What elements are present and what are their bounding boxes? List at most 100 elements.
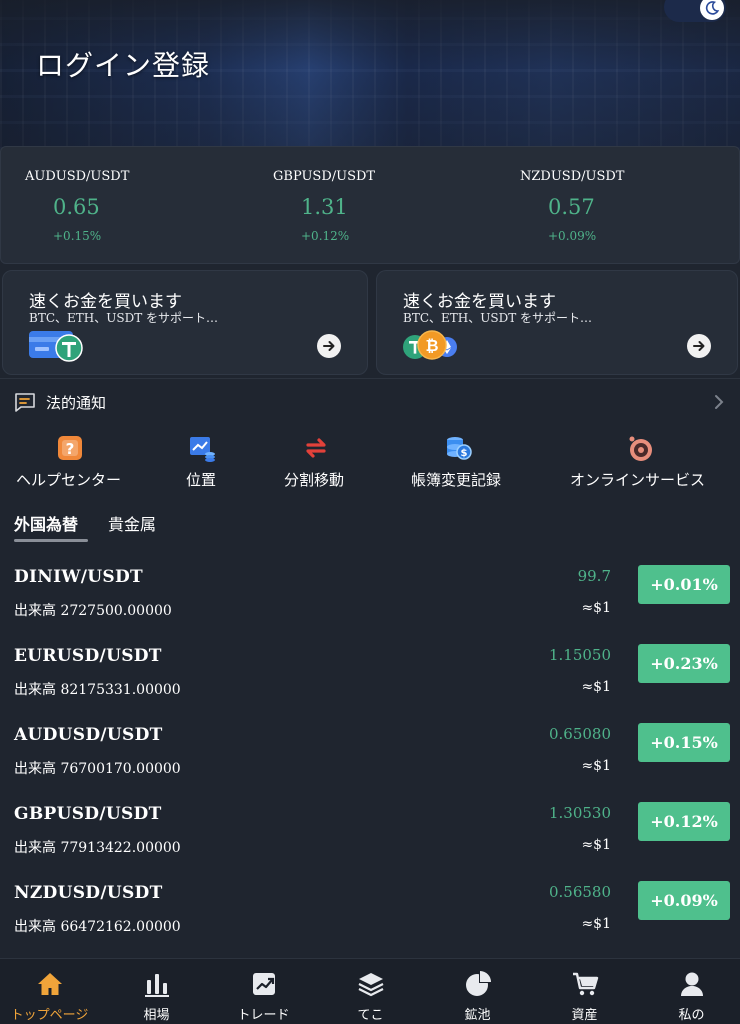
- market-price: 0.65080: [548, 725, 611, 743]
- ticker-card[interactable]: NZDUSD/USDT 0.57 +0.09%: [496, 147, 696, 265]
- market-volume: 出来高 82175331.00000: [14, 682, 181, 698]
- market-bars-icon: [142, 969, 172, 999]
- ticker-pair: NZDUSD/USDT: [520, 169, 625, 184]
- market-volume: 出来高 77913422.00000: [14, 840, 181, 856]
- menu-label: 帳簿変更記録: [411, 471, 502, 489]
- market-volume: 出来高 2727500.00000: [14, 603, 172, 619]
- menu-online-service[interactable]: オンラインサービス: [565, 432, 725, 492]
- ticker-pair: GBPUSD/USDT: [273, 169, 376, 184]
- menu-ledger-records[interactable]: $ 帳簿変更記録: [405, 432, 515, 492]
- quick-buy-subtitle: BTC、ETH、USDT をサポート…: [29, 311, 219, 325]
- market-row[interactable]: EURUSD/USDT 出来高 82175331.00000 1.15050 ≈…: [0, 644, 740, 723]
- market-volume: 出来高 66472162.00000: [14, 919, 181, 935]
- arrow-right-icon[interactable]: [687, 334, 711, 358]
- svg-text:$: $: [461, 448, 468, 459]
- change-badge[interactable]: +0.15%: [638, 723, 730, 762]
- nav-label: てこ: [357, 1008, 384, 1023]
- ticker-card[interactable]: GBPUSD/USDT 1.31 +0.12%: [249, 147, 449, 265]
- quick-buy-crypto-card[interactable]: 速くお金を買います BTC、ETH、USDT をサポート… ₿: [376, 270, 738, 375]
- market-symbol: NZDUSD/USDT: [14, 883, 163, 903]
- market-price: 99.7: [577, 567, 611, 585]
- menu-label: 位置: [186, 471, 217, 489]
- arrow-right-icon[interactable]: [317, 334, 341, 358]
- ticker-price: 1.31: [301, 195, 348, 219]
- market-row[interactable]: AUDUSD/USDT 出来高 76700170.00000 0.65080 ≈…: [0, 723, 740, 802]
- trade-chart-icon: [249, 969, 279, 999]
- quick-buy-card-card[interactable]: 速くお金を買います BTC、ETH、USDT をサポート…: [2, 270, 368, 375]
- chevron-right-icon: [714, 394, 724, 414]
- message-icon: [14, 392, 36, 416]
- legal-notice-label: 法的通知: [46, 394, 107, 412]
- change-badge[interactable]: +0.01%: [638, 565, 730, 604]
- nav-leverage[interactable]: てこ: [318, 959, 423, 1024]
- active-tab-indicator: [14, 539, 88, 542]
- ticker-panel: AUDUSD/USDT 0.65 +0.15% GBPUSD/USDT 1.31…: [0, 146, 740, 264]
- nav-assets[interactable]: 資産: [532, 959, 637, 1024]
- market-price: 0.56580: [548, 883, 611, 901]
- market-approx-value: ≈$1: [581, 600, 611, 616]
- nav-label: トップページ: [10, 1008, 89, 1023]
- market-price: 1.30530: [548, 804, 611, 822]
- login-register-link[interactable]: ログイン登録: [36, 44, 210, 84]
- market-approx-value: ≈$1: [581, 837, 611, 853]
- nav-label: 相場: [143, 1008, 170, 1023]
- market-row[interactable]: NZDUSD/USDT 出来高 66472162.00000 0.56580 ≈…: [0, 881, 740, 960]
- nav-mining-pool[interactable]: 鉱池: [425, 959, 530, 1024]
- cart-icon: [570, 969, 600, 999]
- ticker-price: 0.57: [548, 195, 595, 219]
- ticker-card[interactable]: AUDUSD/USDT 0.65 +0.15%: [1, 147, 201, 265]
- ticker-pair: AUDUSD/USDT: [25, 169, 130, 184]
- legal-notice-bar[interactable]: 法的通知: [0, 378, 740, 424]
- market-approx-value: ≈$1: [581, 758, 611, 774]
- menu-label: オンラインサービス: [570, 471, 706, 489]
- coins-ledger-icon: $: [445, 434, 473, 462]
- nav-home[interactable]: トップページ: [0, 959, 102, 1024]
- online-service-icon: [627, 434, 655, 462]
- nav-profile[interactable]: 私の: [639, 959, 740, 1024]
- menu-label: ヘルプセンター: [16, 471, 122, 489]
- change-badge[interactable]: +0.09%: [638, 881, 730, 920]
- nav-label: 私の: [678, 1008, 705, 1023]
- change-badge[interactable]: +0.23%: [638, 644, 730, 683]
- transfer-icon: [302, 434, 330, 462]
- position-chart-icon: [188, 434, 216, 462]
- market-symbol: AUDUSD/USDT: [14, 725, 163, 745]
- crypto-coins-icon: ₿: [401, 329, 463, 367]
- market-symbol: DINIW/USDT: [14, 567, 143, 587]
- moon-icon: [700, 0, 724, 20]
- nav-label: 鉱池: [464, 1008, 491, 1023]
- ticker-change: +0.09%: [548, 229, 597, 243]
- menu-transfer[interactable]: 分割移動: [280, 432, 360, 492]
- theme-toggle[interactable]: [664, 0, 726, 22]
- svg-text:₿: ₿: [425, 336, 438, 355]
- market-symbol: EURUSD/USDT: [14, 646, 162, 666]
- tab-precious-metals[interactable]: 貴金属: [108, 511, 156, 535]
- market-row[interactable]: GBPUSD/USDT 出来高 77913422.00000 1.30530 ≈…: [0, 802, 740, 881]
- market-volume: 出来高 76700170.00000: [14, 761, 181, 777]
- user-icon: [677, 969, 707, 999]
- pie-icon: [463, 969, 493, 999]
- help-icon: ?: [56, 434, 84, 462]
- ticker-change: +0.15%: [53, 229, 102, 243]
- market-approx-value: ≈$1: [581, 916, 611, 932]
- market-price: 1.15050: [548, 646, 611, 664]
- nav-label: トレード: [237, 1008, 290, 1023]
- credit-card-icon: [29, 329, 85, 367]
- quick-buy-subtitle: BTC、ETH、USDT をサポート…: [403, 311, 593, 325]
- market-row[interactable]: DINIW/USDT 出来高 2727500.00000 99.7 ≈$1 +0…: [0, 565, 740, 644]
- nav-label: 資産: [571, 1008, 598, 1023]
- ticker-price: 0.65: [53, 195, 100, 219]
- nav-market[interactable]: 相場: [104, 959, 209, 1024]
- nav-trade[interactable]: トレード: [211, 959, 316, 1024]
- menu-position[interactable]: 位置: [170, 432, 240, 492]
- bottom-nav: トップページ 相場 トレード てこ 鉱池 資産 私の: [0, 958, 740, 1024]
- market-approx-value: ≈$1: [581, 679, 611, 695]
- svg-text:?: ?: [66, 440, 75, 458]
- home-icon: [35, 969, 65, 999]
- ticker-change: +0.12%: [301, 229, 350, 243]
- menu-label: 分割移動: [284, 471, 345, 489]
- market-symbol: GBPUSD/USDT: [14, 804, 162, 824]
- tab-forex[interactable]: 外国為替: [14, 511, 78, 535]
- menu-help-center[interactable]: ? ヘルプセンター: [0, 432, 140, 492]
- change-badge[interactable]: +0.12%: [638, 802, 730, 841]
